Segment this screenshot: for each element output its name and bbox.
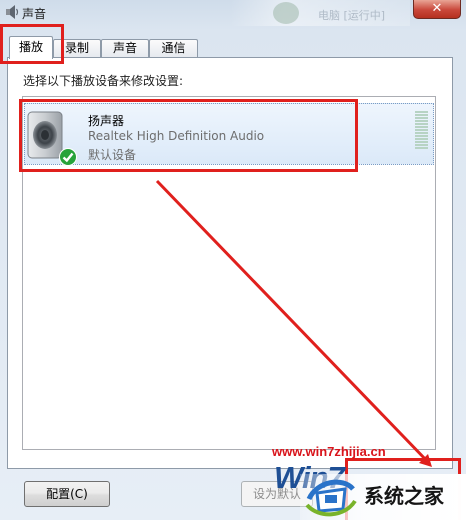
device-status: 默认设备 xyxy=(88,148,137,162)
window-title: 声音 xyxy=(22,7,47,21)
sound-app-icon xyxy=(6,5,19,19)
tab-playback-label: 播放 xyxy=(18,40,43,54)
device-name: 扬声器 xyxy=(88,114,125,128)
blurred-background-text: 电脑 [运行中] xyxy=(318,9,386,22)
tab-communications-label: 通信 xyxy=(161,41,186,55)
device-driver: Realtek High Definition Audio xyxy=(88,129,265,143)
tab-sounds-label: 声音 xyxy=(112,41,137,55)
blurred-background-icon xyxy=(273,2,299,24)
configure-button[interactable]: 配置(C) xyxy=(24,481,110,507)
tab-playback[interactable]: 播放 xyxy=(9,36,53,59)
watermark-logo-icon xyxy=(305,479,357,517)
tab-communications[interactable]: 通信 xyxy=(149,39,198,58)
instruction-text: 选择以下播放设备来修改设置: xyxy=(23,74,184,88)
sound-dialog: 声音 电脑 [运行中] ✕ 播放 录制 声音 通信 选择以下播放设备来修改设置: xyxy=(0,0,466,520)
title-bar: 声音 电脑 [运行中] ✕ xyxy=(0,0,466,26)
close-icon: ✕ xyxy=(431,1,443,16)
close-button[interactable]: ✕ xyxy=(413,0,461,19)
tab-recording[interactable]: 录制 xyxy=(53,39,101,58)
watermark-name: 系统之家 xyxy=(364,486,444,508)
tab-recording-label: 录制 xyxy=(64,41,89,55)
green-check-icon xyxy=(59,148,77,166)
watermark-url: www.win7zhijia.cn xyxy=(272,444,386,459)
volume-level-meter xyxy=(415,111,428,149)
tab-sounds[interactable]: 声音 xyxy=(101,39,149,58)
